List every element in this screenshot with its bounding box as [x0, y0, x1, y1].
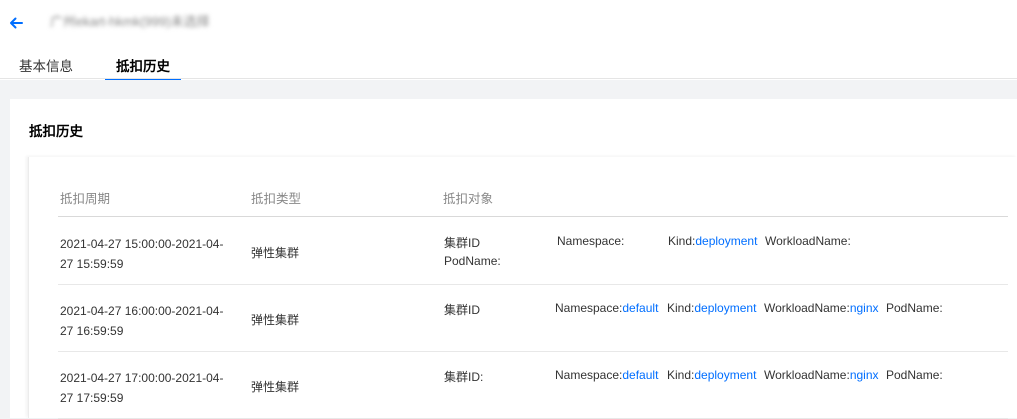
table-header: 抵扣周期 抵扣类型 抵扣对象 — [58, 157, 1008, 217]
tab-deduction-history-label: 抵扣历史 — [116, 59, 170, 74]
period-start: 2021-04-27 16:00:00-2021-04- — [60, 304, 224, 318]
tab-divider — [0, 78, 1017, 79]
column-header-type: 抵扣类型 — [251, 192, 302, 206]
period-end: 27 16:59:59 — [60, 324, 124, 338]
namespace-field: Namespace:default — [555, 368, 658, 382]
period-end: 27 15:59:59 — [60, 257, 124, 271]
workload-label: WorkloadName: — [764, 368, 850, 382]
kind-label: Kind: — [668, 234, 696, 248]
workload-field: WorkloadName: — [765, 234, 851, 248]
period-cell: 2021-04-27 15:00:00-2021-04- 27 15:59:59 — [60, 234, 235, 274]
kind-link[interactable]: deployment — [694, 301, 756, 315]
workload-field: WorkloadName:nginx — [764, 301, 879, 315]
column-header-target: 抵扣对象 — [443, 192, 494, 206]
kind-label: Kind: — [667, 368, 695, 382]
history-table: 抵扣周期 抵扣类型 抵扣对象 2021-04-27 15:00:00-2021-… — [28, 157, 1017, 419]
namespace-field: Namespace:default — [555, 301, 658, 315]
kind-field: Kind:deployment — [668, 234, 757, 248]
pod-name-label: PodName: — [886, 301, 943, 315]
table-row: 2021-04-27 16:00:00-2021-04- 27 16:59:59… — [58, 285, 1008, 352]
panel-title: 抵扣历史 — [29, 124, 83, 139]
namespace-link[interactable]: default — [622, 301, 658, 315]
namespace-link[interactable]: default — [622, 368, 658, 382]
type-cell: 弹性集群 — [251, 380, 300, 394]
cluster-id-label: 集群ID — [444, 236, 481, 250]
tab-deduction-history[interactable]: 抵扣历史 — [105, 55, 181, 80]
top-bar: 广州ekart-hkmk(999)未选择 基本信息 抵扣历史 — [0, 0, 1017, 80]
workload-link[interactable]: nginx — [850, 301, 879, 315]
kind-link[interactable]: deployment — [695, 234, 757, 248]
period-cell: 2021-04-27 17:00:00-2021-04- 27 17:59:59 — [60, 368, 235, 408]
period-cell: 2021-04-27 16:00:00-2021-04- 27 16:59:59 — [60, 301, 235, 341]
pod-name-label: PodName: — [444, 254, 501, 268]
type-cell: 弹性集群 — [251, 313, 300, 327]
table-row: 2021-04-27 17:00:00-2021-04- 27 17:59:59… — [58, 352, 1008, 419]
cluster-id-label: 集群ID — [444, 303, 481, 317]
namespace-field: Namespace: — [557, 234, 624, 248]
pod-name-label: PodName: — [886, 368, 943, 382]
workload-field: WorkloadName:nginx — [764, 368, 879, 382]
namespace-label: Namespace: — [557, 234, 625, 248]
period-start: 2021-04-27 17:00:00-2021-04- — [60, 371, 224, 385]
page-title: 广州ekart-hkmk(999)未选择 — [50, 14, 210, 29]
workload-label: WorkloadName: — [765, 234, 851, 248]
workload-label: WorkloadName: — [764, 301, 850, 315]
back-button[interactable] — [6, 13, 26, 33]
workload-link[interactable]: nginx — [850, 368, 879, 382]
type-cell: 弹性集群 — [251, 246, 300, 260]
cluster-id-label: 集群ID: — [444, 370, 484, 384]
kind-link[interactable]: deployment — [694, 368, 756, 382]
period-end: 27 17:59:59 — [60, 391, 124, 405]
deduction-history-panel: 抵扣历史 抵扣周期 抵扣类型 抵扣对象 2021-04-27 15:00:00-… — [10, 99, 1017, 419]
kind-label: Kind: — [667, 301, 695, 315]
namespace-label: Namespace: — [555, 368, 623, 382]
namespace-label: Namespace: — [555, 301, 623, 315]
kind-field: Kind:deployment — [667, 368, 756, 382]
period-start: 2021-04-27 15:00:00-2021-04- — [60, 237, 224, 251]
arrow-left-icon — [10, 17, 23, 29]
column-header-period: 抵扣周期 — [60, 192, 111, 206]
kind-field: Kind:deployment — [667, 301, 756, 315]
tab-basic-info[interactable]: 基本信息 — [19, 55, 73, 80]
table-row: 2021-04-27 15:00:00-2021-04- 27 15:59:59… — [58, 218, 1008, 285]
